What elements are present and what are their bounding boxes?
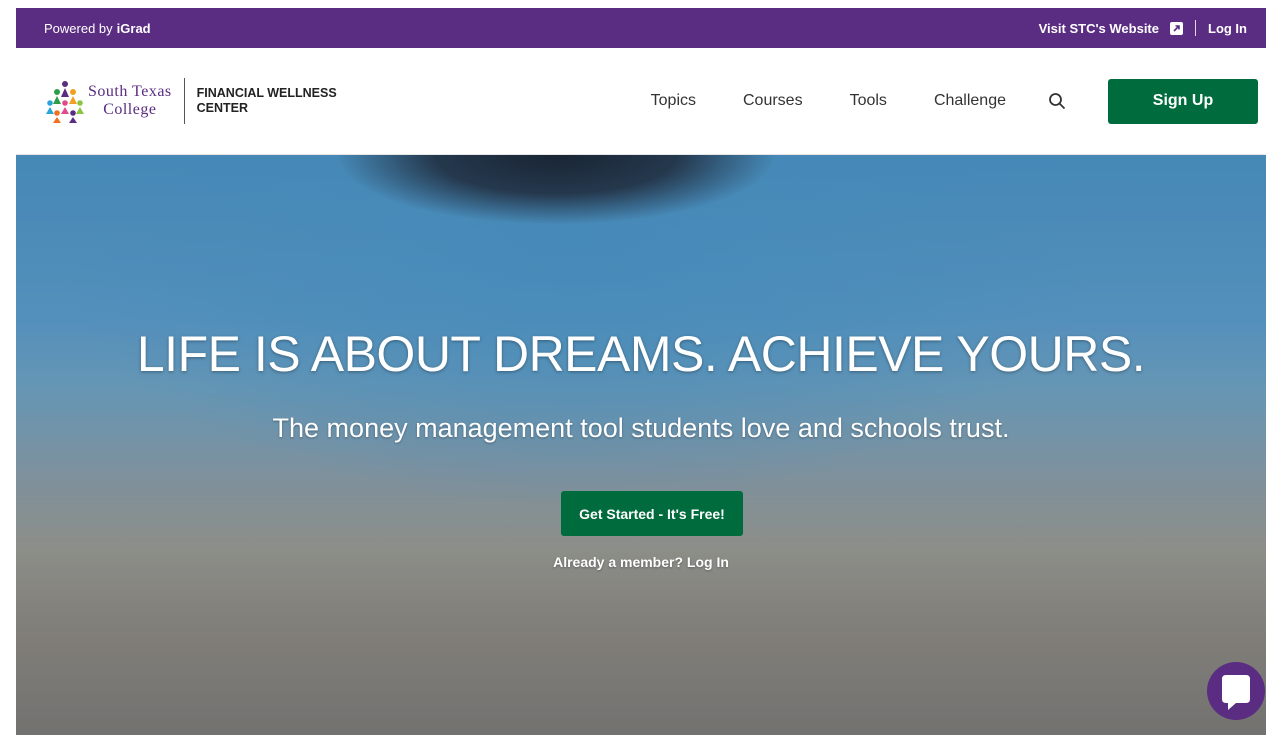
powered-by-label: Powered by bbox=[44, 20, 113, 36]
nav-tools[interactable]: Tools bbox=[850, 92, 887, 110]
sign-up-button[interactable]: Sign Up bbox=[1108, 78, 1258, 124]
chat-icon[interactable] bbox=[1206, 655, 1266, 727]
member-login-link[interactable]: Already a member? Log In bbox=[16, 554, 1266, 570]
top-links: Visit STC's Website Log In bbox=[1039, 20, 1247, 36]
powered-by: Powered by iGrad bbox=[44, 21, 151, 36]
center-name: FINANCIAL WELLNESS CENTER bbox=[197, 86, 337, 116]
site-header: South Texas College FINANCIAL WELLNESS C… bbox=[16, 48, 1266, 155]
center-name-line1: FINANCIAL WELLNESS bbox=[196, 86, 337, 100]
hero-subtitle: The money management tool students love … bbox=[272, 413, 1010, 443]
hero-title: LIFE IS ABOUT DREAMS. ACHIEVE YOURS. bbox=[136, 326, 1146, 382]
college-name: South Texas College bbox=[88, 83, 172, 119]
igrad-logo[interactable]: iGrad bbox=[117, 21, 151, 36]
main-nav: Topics Courses Tools Challenge Sign Up bbox=[651, 78, 1258, 124]
external-link-icon[interactable] bbox=[1170, 21, 1183, 35]
top-divider bbox=[1195, 20, 1196, 36]
college-name-line2: College bbox=[103, 101, 157, 118]
center-name-line2: CENTER bbox=[196, 101, 249, 115]
top-bar: Powered by iGrad Visit STC's Website Log… bbox=[16, 8, 1266, 48]
page-frame: Powered by iGrad Visit STC's Website Log… bbox=[16, 8, 1266, 735]
hero-section: LIFE IS ABOUT DREAMS. ACHIEVE YOURS. The… bbox=[16, 155, 1266, 735]
nav-challenge[interactable]: Challenge bbox=[934, 92, 1006, 110]
people-logo-icon bbox=[46, 81, 84, 123]
search-icon[interactable] bbox=[1046, 90, 1068, 112]
college-name-line1: South Texas bbox=[88, 83, 172, 100]
nav-topics[interactable]: Topics bbox=[651, 92, 696, 110]
nav-courses[interactable]: Courses bbox=[743, 92, 803, 110]
brand[interactable]: South Texas College FINANCIAL WELLNESS C… bbox=[46, 78, 337, 124]
visit-website-link[interactable]: Visit STC's Website bbox=[1039, 21, 1159, 36]
brand-divider bbox=[183, 78, 185, 124]
get-started-button[interactable]: Get Started - It's Free! bbox=[561, 491, 743, 536]
top-login-link[interactable]: Log In bbox=[1208, 21, 1247, 36]
